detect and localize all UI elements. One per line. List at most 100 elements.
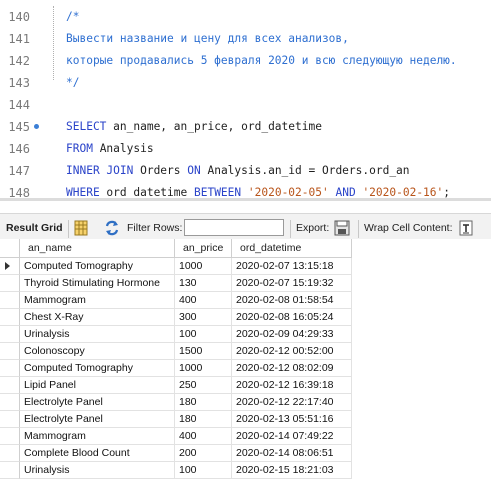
cell-ord-datetime[interactable]: 2020-02-14 07:49:22: [232, 428, 352, 445]
sql-identifier: an_name, an_price, ord_datetime: [106, 120, 322, 133]
cell-an-price[interactable]: 250: [175, 377, 232, 394]
toolbar-separator: [290, 220, 291, 238]
wrap-cell-icon[interactable]: [459, 220, 473, 236]
sql-comment: /*: [66, 10, 80, 23]
cell-ord-datetime[interactable]: 2020-02-08 01:58:54: [232, 292, 352, 309]
code-line[interactable]: 143 */: [0, 72, 491, 94]
cell-ord-datetime[interactable]: 2020-02-12 16:39:18: [232, 377, 352, 394]
code-line[interactable]: 147 INNER JOIN Orders ON Analysis.an_id =…: [0, 160, 491, 182]
cell-ord-datetime[interactable]: 2020-02-07 15:19:32: [232, 275, 352, 292]
export-icon[interactable]: [334, 220, 350, 236]
table-row[interactable]: Chest X-Ray 300 2020-02-08 16:05:24: [0, 309, 352, 326]
cell-ord-datetime[interactable]: 2020-02-09 04:29:33: [232, 326, 352, 343]
cell-an-name[interactable]: Lipid Panel: [20, 377, 175, 394]
line-number: 142: [8, 54, 30, 68]
sql-keyword: INNER JOIN: [66, 164, 134, 177]
cell-an-name[interactable]: Computed Tomography: [20, 360, 175, 377]
row-selector[interactable]: [0, 377, 20, 394]
cell-an-price[interactable]: 1000: [175, 360, 232, 377]
grid-view-icon[interactable]: [74, 220, 88, 236]
code-line[interactable]: 145 SELECT an_name, an_price, ord_datetim…: [0, 116, 491, 138]
cell-an-name[interactable]: Mammogram: [20, 428, 175, 445]
cell-an-name[interactable]: Urinalysis: [20, 326, 175, 343]
sql-editor[interactable]: 140 /* 141 Вывести название и цену для всех…: [0, 0, 491, 200]
table-row[interactable]: Mammogram 400 2020-02-08 01:58:54: [0, 292, 352, 309]
table-row[interactable]: Urinalysis 100 2020-02-15 18:21:03: [0, 462, 352, 479]
line-number: 145: [8, 120, 30, 134]
table-row[interactable]: Electrolyte Panel 180 2020-02-13 05:51:16: [0, 411, 352, 428]
cell-ord-datetime[interactable]: 2020-02-12 22:17:40: [232, 394, 352, 411]
row-selector[interactable]: [0, 360, 20, 377]
cell-ord-datetime[interactable]: 2020-02-12 00:52:00: [232, 343, 352, 360]
row-selector[interactable]: [0, 309, 20, 326]
toolbar-separator: [68, 220, 69, 238]
cell-ord-datetime[interactable]: 2020-02-14 08:06:51: [232, 445, 352, 462]
cell-an-name[interactable]: Mammogram: [20, 292, 175, 309]
row-selector[interactable]: [0, 411, 20, 428]
code-text: которые продавались 5 февраля 2020 и всю…: [66, 50, 457, 72]
row-selector[interactable]: [0, 275, 20, 292]
cell-an-price[interactable]: 130: [175, 275, 232, 292]
column-header-ord-datetime[interactable]: ord_datetime: [232, 239, 352, 258]
cell-an-name[interactable]: Thyroid Stimulating Hormone: [20, 275, 175, 292]
table-row[interactable]: Thyroid Stimulating Hormone 130 2020-02-07…: [0, 275, 352, 292]
cell-an-name[interactable]: Urinalysis: [20, 462, 175, 479]
column-header-an-price[interactable]: an_price: [175, 239, 232, 258]
cell-an-name[interactable]: Colonoscopy: [20, 343, 175, 360]
sql-identifier: Analysis: [92, 142, 154, 155]
cell-an-price[interactable]: 180: [175, 411, 232, 428]
code-text: INNER JOIN Orders ON Analysis.an_id = Or…: [66, 160, 410, 182]
row-selector[interactable]: [0, 462, 20, 479]
table-row[interactable]: Complete Blood Count 200 2020-02-14 08:06:…: [0, 445, 352, 462]
refresh-icon[interactable]: [104, 220, 120, 236]
cell-an-name[interactable]: Electrolyte Panel: [20, 394, 175, 411]
table-row[interactable]: Electrolyte Panel 180 2020-02-12 22:17:40: [0, 394, 352, 411]
row-selector[interactable]: [0, 343, 20, 360]
sql-identifier: Analysis.an_id = Orders.ord_an: [200, 164, 410, 177]
filter-rows-input[interactable]: [184, 219, 284, 236]
panel-splitter[interactable]: [0, 198, 491, 201]
cell-ord-datetime[interactable]: 2020-02-07 13:15:18: [232, 258, 352, 275]
table-row[interactable]: Mammogram 400 2020-02-14 07:49:22: [0, 428, 352, 445]
code-line[interactable]: 146 FROM Analysis: [0, 138, 491, 160]
cell-an-price[interactable]: 1000: [175, 258, 232, 275]
code-line[interactable]: 140 /*: [0, 6, 491, 28]
table-row[interactable]: Computed Tomography 1000 2020-02-12 08:02:…: [0, 360, 352, 377]
cell-ord-datetime[interactable]: 2020-02-08 16:05:24: [232, 309, 352, 326]
code-line[interactable]: 142 которые продавались 5 февраля 2020 и …: [0, 50, 491, 72]
code-line[interactable]: 141 Вывести название и цену для всех анал…: [0, 28, 491, 50]
row-selector-header: [0, 239, 20, 258]
row-selector[interactable]: [0, 394, 20, 411]
table-row[interactable]: Urinalysis 100 2020-02-09 04:29:33: [0, 326, 352, 343]
row-selector[interactable]: [0, 445, 20, 462]
cell-an-price[interactable]: 1500: [175, 343, 232, 360]
cell-an-price[interactable]: 100: [175, 326, 232, 343]
cell-an-name[interactable]: Electrolyte Panel: [20, 411, 175, 428]
cell-an-price[interactable]: 300: [175, 309, 232, 326]
cell-an-price[interactable]: 400: [175, 292, 232, 309]
table-row[interactable]: Lipid Panel 250 2020-02-12 16:39:18: [0, 377, 352, 394]
cell-an-price[interactable]: 180: [175, 394, 232, 411]
code-line[interactable]: 144: [0, 94, 491, 116]
row-selector[interactable]: [0, 258, 20, 275]
cell-an-price[interactable]: 100: [175, 462, 232, 479]
cell-an-price[interactable]: 400: [175, 428, 232, 445]
cell-an-name[interactable]: Complete Blood Count: [20, 445, 175, 462]
row-selector[interactable]: [0, 292, 20, 309]
cell-an-name[interactable]: Chest X-Ray: [20, 309, 175, 326]
cell-ord-datetime[interactable]: 2020-02-13 05:51:16: [232, 411, 352, 428]
cell-ord-datetime[interactable]: 2020-02-15 18:21:03: [232, 462, 352, 479]
result-grid[interactable]: an_name an_price ord_datetime Computed T…: [0, 239, 491, 487]
sql-comment: */: [66, 76, 80, 89]
cell-an-price[interactable]: 200: [175, 445, 232, 462]
row-selector[interactable]: [0, 326, 20, 343]
current-row-arrow-icon: [5, 262, 10, 270]
row-selector[interactable]: [0, 428, 20, 445]
column-header-an-name[interactable]: an_name: [20, 239, 175, 258]
cell-an-name[interactable]: Computed Tomography: [20, 258, 175, 275]
table-row[interactable]: Colonoscopy 1500 2020-02-12 00:52:00: [0, 343, 352, 360]
line-number: 140: [8, 10, 30, 24]
table-row[interactable]: Computed Tomography 1000 2020-02-07 13:15:…: [0, 258, 352, 275]
line-number: 147: [8, 164, 30, 178]
cell-ord-datetime[interactable]: 2020-02-12 08:02:09: [232, 360, 352, 377]
